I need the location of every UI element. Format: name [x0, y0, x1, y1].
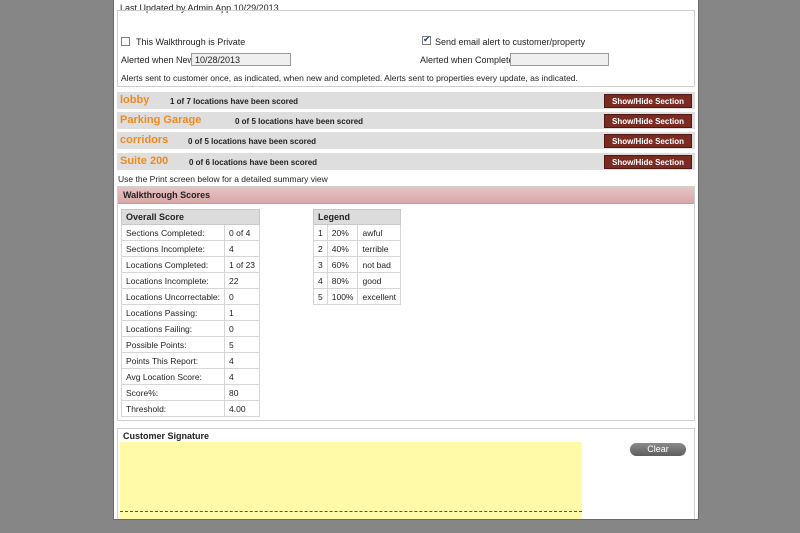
legend-n: 4 [313, 272, 328, 289]
walkthrough-panel: Last Updated by Admin App 10/29/2013 Thi… [113, 0, 699, 520]
walkthrough-scores-box: Walkthrough Scores Overall Score Section… [117, 186, 695, 421]
alerted-new-field[interactable]: 10/28/2013 [191, 53, 291, 66]
overall-score-value: 4 [224, 240, 261, 257]
overall-score-label: Avg Location Score: [120, 368, 226, 385]
show-hide-section-button[interactable]: Show/Hide Section [604, 114, 692, 128]
overall-score-label: Locations Completed: [120, 256, 226, 273]
alerts-note: Alerts sent to customer once, as indicat… [121, 73, 578, 83]
legend-label: not bad [357, 256, 402, 273]
legend-table: Legend 1 20% awful 2 40% terrible 3 60% not bad 4… [312, 209, 402, 305]
legend-pct: 60% [326, 256, 359, 273]
signature-pad[interactable] [120, 442, 582, 519]
section-row-lobby: lobby 1 of 7 locations have been scored … [117, 91, 695, 109]
overall-score-value: 0 [224, 320, 261, 337]
overall-score-value: 0 [224, 288, 261, 305]
overall-score-row: Locations Completed: 1 of 23 [120, 256, 261, 273]
overall-score-row: Locations Incomplete: 22 [120, 272, 261, 289]
legend-pct: 20% [326, 224, 359, 241]
alerted-complete-label: Alerted when Complete [420, 55, 514, 65]
legend-row: 4 80% good [313, 272, 402, 289]
overall-score-value: 4 [224, 352, 261, 369]
overall-score-row: Locations Passing: 1 [120, 304, 261, 321]
overall-score-value: 80 [224, 384, 261, 401]
overall-score-label: Sections Incomplete: [120, 240, 226, 257]
print-note: Use the Print screen below for a detaile… [118, 174, 328, 184]
alerted-new-label: Alerted when New [121, 55, 195, 65]
legend-pct: 80% [326, 272, 359, 289]
private-checkbox[interactable] [121, 37, 130, 46]
overall-score-label: Locations Incomplete: [120, 272, 226, 289]
overall-score-row: Points This Report: 4 [120, 352, 261, 369]
overall-score-value: 4.00 [224, 400, 261, 417]
overall-score-value: 1 of 23 [224, 256, 261, 273]
email-alert-label: Send email alert to customer/property [435, 37, 586, 47]
overall-score-value: 0 of 4 [224, 224, 261, 241]
legend-label: awful [357, 224, 402, 241]
section-name: Suite 200 [120, 155, 169, 167]
legend-label: terrible [357, 240, 402, 257]
overall-score-row: Sections Incomplete: 4 [120, 240, 261, 257]
overall-score-row: Avg Location Score: 4 [120, 368, 261, 385]
overall-score-row: Locations Failing: 0 [120, 320, 261, 337]
private-label: This Walkthrough is Private [136, 37, 246, 47]
overall-score-label: Locations Passing: [120, 304, 226, 321]
overall-score-label: Threshold: [120, 400, 226, 417]
overall-score-table: Overall Score Sections Completed: 0 of 4S… [120, 209, 261, 417]
overall-score-label: Points This Report: [120, 352, 226, 369]
customer-signature-title: Customer Signature [123, 431, 210, 441]
overall-score-row: Locations Uncorrectable: 0 [120, 288, 261, 305]
overall-score-row: Threshold: 4.00 [120, 400, 261, 417]
legend-row: 3 60% not bad [313, 256, 402, 273]
section-summary: 0 of 6 locations have been scored [189, 158, 318, 167]
section-summary: 0 of 5 locations have been scored [235, 117, 364, 126]
walkthrough-scores-title: Walkthrough Scores [118, 187, 694, 204]
legend-label: excellent [357, 288, 402, 305]
legend-n: 3 [313, 256, 328, 273]
legend-row: 1 20% awful [313, 224, 402, 241]
overall-score-header: Overall Score [120, 209, 261, 225]
legend-header: Legend [312, 209, 402, 225]
legend-label: good [357, 272, 402, 289]
section-row-parking-garage: Parking Garage 0 of 5 locations have bee… [117, 111, 695, 129]
walkthrough-options: This Walkthrough is Private Send email a… [117, 10, 695, 87]
section-name: Parking Garage [120, 114, 202, 126]
section-row-corridors: corridors 0 of 5 locations have been sco… [117, 131, 695, 149]
show-hide-section-button[interactable]: Show/Hide Section [604, 155, 692, 169]
signature-line [120, 511, 582, 512]
legend-row: 2 40% terrible [313, 240, 402, 257]
legend-row: 5 100% excellent [313, 288, 402, 305]
legend-pct: 40% [326, 240, 359, 257]
legend-n: 2 [313, 240, 328, 257]
overall-score-value: 4 [224, 368, 261, 385]
overall-score-row: Possible Points: 5 [120, 336, 261, 353]
overall-score-label: Locations Uncorrectable: [120, 288, 226, 305]
overall-score-label: Possible Points: [120, 336, 226, 353]
overall-score-label: Sections Completed: [120, 224, 226, 241]
section-row-suite-200: Suite 200 0 of 6 locations have been sco… [117, 152, 695, 170]
alerted-complete-field[interactable] [510, 53, 609, 66]
customer-signature-box: Customer Signature Clear [117, 428, 695, 519]
show-hide-section-button[interactable]: Show/Hide Section [604, 134, 692, 148]
legend-n: 1 [313, 224, 328, 241]
overall-score-row: Score%: 80 [120, 384, 261, 401]
overall-score-value: 5 [224, 336, 261, 353]
email-alert-checkbox[interactable] [422, 35, 431, 45]
overall-score-label: Score%: [120, 384, 226, 401]
section-summary: 0 of 5 locations have been scored [188, 137, 317, 146]
overall-score-label: Locations Failing: [120, 320, 226, 337]
clear-signature-button[interactable]: Clear [630, 443, 686, 456]
legend-n: 5 [313, 288, 328, 305]
legend-pct: 100% [326, 288, 359, 305]
overall-score-row: Sections Completed: 0 of 4 [120, 224, 261, 241]
overall-score-value: 22 [224, 272, 261, 289]
overall-score-value: 1 [224, 304, 261, 321]
section-name: lobby [120, 94, 150, 106]
section-summary: 1 of 7 locations have been scored [170, 97, 299, 106]
show-hide-section-button[interactable]: Show/Hide Section [604, 94, 692, 108]
section-name: corridors [120, 134, 169, 146]
